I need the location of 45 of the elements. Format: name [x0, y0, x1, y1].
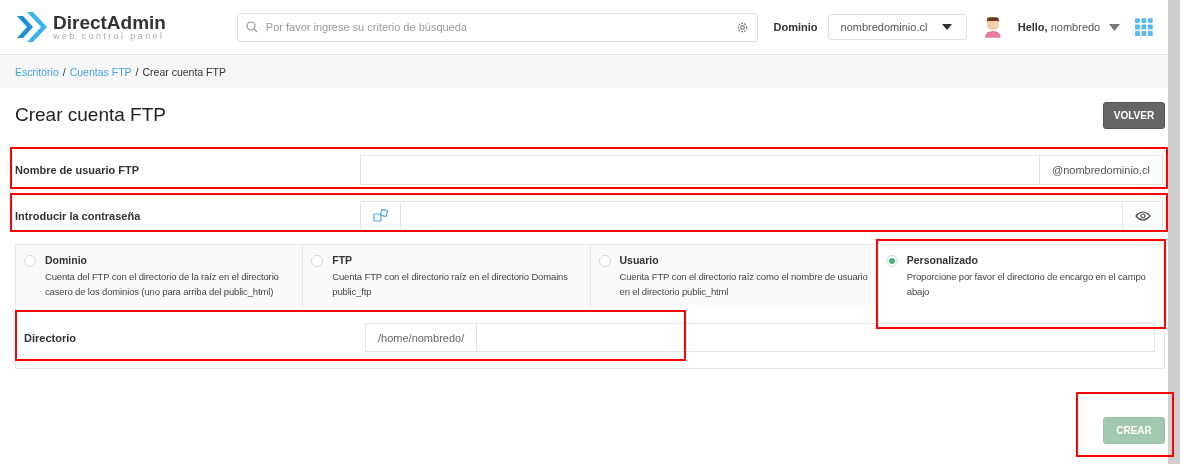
directory-option[interactable]: Usuario Cuenta FTP con el directorio raíz como el nombre de usuario en el directorio public_html	[590, 245, 878, 307]
radio-button[interactable]	[598, 255, 611, 267]
input-field[interactable]	[360, 155, 1040, 185]
directory-option[interactable]: FTP Cuenta FTP con el directorio raíz en el directorio Domains public_ftp	[303, 245, 591, 307]
radio-button[interactable]	[24, 255, 36, 267]
domain-select[interactable]: nombredominio.cl	[827, 14, 967, 40]
field-label: Nombre de usuario FTP	[15, 164, 141, 176]
dice-icon	[372, 209, 389, 223]
avatar-icon	[983, 16, 1002, 38]
directory-option[interactable]: Dominio Cuenta del FTP con el directorio de la raíz en el directorio casero de los dominios (uno para arriba del public_html)	[16, 245, 304, 307]
option-title: Usuario	[619, 254, 660, 266]
eye-icon	[1134, 211, 1151, 221]
breadcrumb-text: Crear cuenta FTP	[142, 65, 226, 78]
page-title: Crear cuenta FTP	[15, 104, 166, 126]
user-menu[interactable]: Hello, nombredo	[1017, 21, 1121, 33]
show-password-button[interactable]	[1123, 201, 1163, 231]
breadcrumb-text: /	[62, 65, 66, 78]
caret-icon	[1109, 23, 1121, 31]
radio-button[interactable]	[885, 255, 898, 267]
scrollbar[interactable]	[1168, 0, 1180, 464]
domain-label: Dominio	[773, 21, 818, 33]
back-button[interactable]: VOLVER	[1103, 101, 1165, 129]
option-description: Proporcione por favor el directorio de encargo en el campo abajo	[906, 270, 1147, 299]
caret-icon	[941, 24, 952, 30]
radio-button[interactable]	[311, 255, 324, 267]
breadcrumb-text: /	[135, 65, 139, 78]
path-prefix: /home/nombredo/	[365, 323, 477, 352]
logo-name: DirectAdmin	[53, 13, 166, 32]
field-label: Directorio	[24, 331, 77, 344]
directory-field[interactable]	[476, 323, 1155, 352]
option-title: Personalizado	[906, 254, 979, 266]
password-field[interactable]	[400, 201, 1123, 231]
logo-tagline: web control panel	[53, 32, 166, 41]
search-icon	[245, 21, 258, 33]
option-title: FTP	[332, 254, 354, 266]
option-description: Cuenta del FTP con el directorio de la raíz en el directorio casero de los dominios (uno para arriba del public_html)	[45, 270, 280, 299]
field-label: Introducir la contraseña	[15, 210, 142, 222]
option-description: Cuenta FTP con el directorio raíz en el directorio Domains public_ftp	[332, 270, 569, 299]
search-field[interactable]: Por favor ingrese su criterio de búsqueda	[236, 12, 758, 42]
logo-icon	[15, 10, 47, 44]
option-description: Cuenta FTP con el directorio raíz como el nombre de usuario en el directorio public_html	[619, 270, 869, 299]
option-title: Dominio	[45, 254, 88, 266]
domain-suffix: @nombredominio.cl	[1040, 155, 1163, 185]
settings-icon[interactable]	[735, 20, 749, 34]
apps-grid-icon[interactable]	[1135, 18, 1153, 36]
